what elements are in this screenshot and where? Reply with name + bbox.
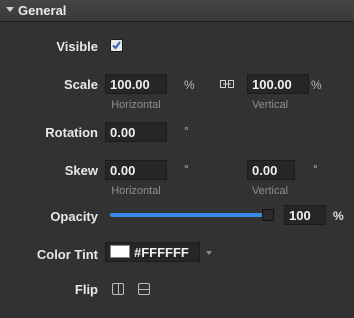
scale-horizontal-input[interactable]: 100.00 [105,74,167,94]
disclosure-triangle-icon[interactable] [6,7,14,12]
flip-horizontal-icon[interactable] [112,283,124,295]
skew-vertical-input[interactable]: 0.00 [247,160,295,180]
chevron-down-icon[interactable] [206,251,212,255]
scale-vertical-input[interactable]: 100.00 [247,74,309,94]
scale-label: Scale [64,77,98,92]
rotation-unit: ° [184,124,189,138]
scale-vertical-caption: Vertical [251,99,289,111]
scale-vertical-unit: % [311,78,322,92]
visible-label: Visible [56,39,98,54]
scale-horizontal-caption: Horizontal [111,99,161,111]
rotation-label: Rotation [45,125,98,140]
flip-label: Flip [74,282,98,297]
color-tint-label: Color Tint [36,247,98,262]
skew-label: Skew [64,163,98,178]
skew-horizontal-unit: ° [184,162,189,176]
checkmark-icon [112,41,121,50]
link-scale-icon[interactable] [220,80,234,88]
rotation-input[interactable]: 0.00 [105,122,167,142]
opacity-label: Opacity [50,209,98,224]
visible-checkbox[interactable] [110,39,123,52]
section-title: General [18,3,67,18]
skew-horizontal-caption: Horizontal [111,185,161,197]
opacity-input[interactable]: 100 [284,205,326,225]
flip-vertical-icon[interactable] [138,283,150,295]
color-tint-value: #FFFFFF [134,245,189,260]
color-swatch[interactable] [110,245,130,258]
skew-vertical-unit: ° [313,162,318,176]
scale-horizontal-unit: % [184,78,195,92]
opacity-slider-thumb[interactable] [262,209,274,221]
skew-horizontal-input[interactable]: 0.00 [105,160,167,180]
opacity-unit: % [333,209,344,223]
skew-vertical-caption: Vertical [251,185,289,197]
opacity-slider-track[interactable] [110,213,270,217]
